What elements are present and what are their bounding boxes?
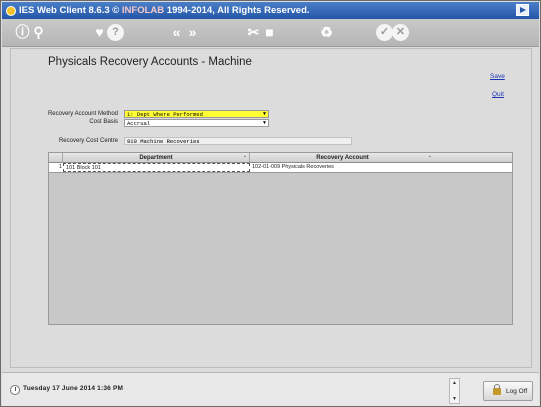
row-number: 1 <box>58 164 62 170</box>
column-resize-icon[interactable]: ▪ <box>429 154 431 160</box>
lock-icon <box>493 384 501 395</box>
recycle-icon[interactable]: ♻ <box>318 24 335 41</box>
accounts-grid: Department ▪ Recovery Account ▪ 1 101 Bl… <box>48 152 513 325</box>
window-title: IES Web Client 8.6.3 © INFOLAB 1994-2014… <box>19 5 310 16</box>
status-bar: Tuesday 17 June 2014 1:36 PM ▲ ▼ Log Off <box>2 372 539 406</box>
department-cell[interactable]: 101 Block 101 <box>63 163 250 172</box>
logoff-button[interactable]: Log Off <box>483 381 533 401</box>
cost-centre-field: 910 Machine Recoveries <box>124 137 352 145</box>
logoff-label: Log Off <box>506 388 528 395</box>
info-icon[interactable]: ⓘ <box>14 24 31 41</box>
square-icon[interactable]: ■ <box>261 24 278 41</box>
expand-icon[interactable] <box>516 4 529 16</box>
main-panel: Physicals Recovery Accounts - Machine Sa… <box>10 48 532 368</box>
cost-basis-label: Cost Basis <box>89 119 118 125</box>
last-icon[interactable]: » <box>184 24 201 41</box>
table-row[interactable]: 1 101 Block 101 102-01-009 Physicals Rec… <box>49 163 512 173</box>
column-header-recovery-account[interactable]: Recovery Account <box>250 153 435 163</box>
tools-icon[interactable]: ✂ <box>245 24 262 41</box>
check-icon[interactable]: ✓ <box>376 24 393 41</box>
page-title: Physicals Recovery Accounts - Machine <box>48 56 252 68</box>
chevron-down-icon: ▼ <box>262 120 266 126</box>
title-bar: IES Web Client 8.6.3 © INFOLAB 1994-2014… <box>2 2 539 19</box>
grid-header: Department ▪ Recovery Account ▪ <box>49 153 512 163</box>
toolbar: ⓘ ⚲ ♥ ? « » ✂ ■ ♻ ✓ ✕ <box>2 19 539 47</box>
cost-basis-select[interactable]: Accrual ▼ <box>124 119 269 127</box>
search-icon[interactable]: ⚲ <box>30 24 47 41</box>
arrow-down-icon[interactable]: ▼ <box>452 396 457 402</box>
heart-icon[interactable]: ♥ <box>91 24 108 41</box>
save-link[interactable]: Save <box>490 73 505 80</box>
question-icon[interactable]: ? <box>107 24 124 41</box>
scrollbar[interactable]: ▲ ▼ <box>449 378 460 404</box>
app-window: IES Web Client 8.6.3 © INFOLAB 1994-2014… <box>0 0 541 407</box>
row-num-header <box>49 153 63 163</box>
cancel-icon[interactable]: ✕ <box>392 24 409 41</box>
quit-link[interactable]: Quit <box>492 91 504 98</box>
cost-centre-label: Recovery Cost Centre <box>58 138 118 144</box>
status-date: Tuesday 17 June 2014 1:36 PM <box>23 385 124 392</box>
first-icon[interactable]: « <box>168 24 185 41</box>
chevron-down-icon: ▼ <box>262 111 266 117</box>
recovery-account-cell[interactable]: 102-01-009 Physicals Recoveries <box>250 163 435 172</box>
column-header-department[interactable]: Department <box>63 153 250 163</box>
clock-icon <box>10 385 20 395</box>
method-label: Recovery Account Method <box>47 111 118 117</box>
column-resize-icon[interactable]: ▪ <box>244 154 246 160</box>
arrow-up-icon[interactable]: ▲ <box>452 380 457 386</box>
app-logo-icon <box>6 5 16 16</box>
method-select[interactable]: 1: Dept Where Performed ▼ <box>124 110 269 118</box>
